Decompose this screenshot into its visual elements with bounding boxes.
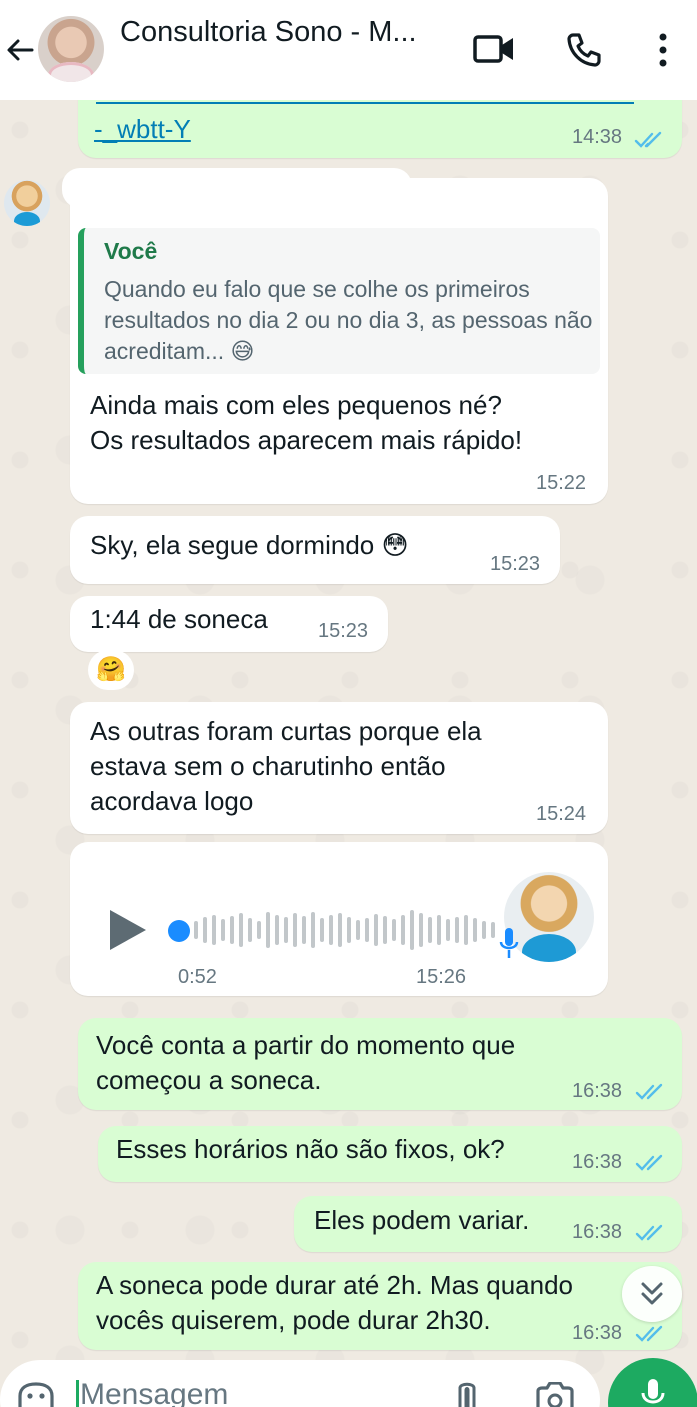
chat-header: Consultoria Sono - M... <box>0 0 697 100</box>
message-text: Sky, ela segue dormindo 😳 <box>90 530 409 560</box>
attach-icon[interactable] <box>452 1380 482 1407</box>
message-time: 14:38 <box>572 126 623 148</box>
video-call-icon[interactable] <box>472 32 516 66</box>
read-ticks-icon <box>634 131 662 148</box>
quoted-reply[interactable]: Você Quando eu falo que se colhe os prim… <box>78 228 600 374</box>
message-input[interactable]: Mensagem <box>80 1378 228 1407</box>
quote-author: Você <box>104 238 158 264</box>
scroll-to-bottom-button[interactable] <box>622 1266 682 1322</box>
message-text-line: Os resultados aparecem mais rápido! <box>90 425 523 455</box>
message-text-line: A soneca pode durar até 2h. Mas quando <box>96 1270 574 1300</box>
play-icon[interactable] <box>108 908 148 952</box>
message-time: 15:23 <box>318 620 369 642</box>
message-time: 15:22 <box>536 472 587 494</box>
message-text: Esses horários não são fixos, ok? <box>116 1134 505 1164</box>
sender-avatar[interactable] <box>4 180 50 226</box>
link-text[interactable]: -_wbtt-Y <box>94 112 191 147</box>
message-text-line: acordava logo <box>90 786 254 816</box>
message-time: 15:23 <box>490 553 541 575</box>
quote-text: Quando eu falo que se colhe os primeiros… <box>104 276 593 364</box>
message-text-line: estava sem o charutinho então <box>90 751 446 781</box>
message-text-line: As outras foram curtas porque ela <box>90 716 482 746</box>
read-ticks-icon <box>635 1154 663 1171</box>
contact-avatar[interactable] <box>38 16 104 82</box>
message-time: 16:38 <box>572 1080 623 1102</box>
more-vert-icon[interactable] <box>654 32 672 68</box>
mic-small-icon <box>499 928 519 958</box>
message-text-line: Você conta a partir do momento que <box>96 1030 516 1060</box>
message-bubble-outgoing[interactable]: -_wbtt-Y 14:38 <box>78 96 682 158</box>
contact-name[interactable]: Consultoria Sono - M... <box>120 16 450 49</box>
voice-progress-thumb[interactable] <box>168 920 190 942</box>
message-time: 16:38 <box>572 1322 623 1344</box>
blurred-sender-area <box>62 168 412 208</box>
emoji-sticker-icon[interactable] <box>16 1382 56 1407</box>
message-time: 15:24 <box>536 803 587 825</box>
message-text: 1:44 de soneca <box>90 604 268 634</box>
double-chevron-down-icon <box>641 1282 663 1305</box>
phone-icon[interactable] <box>564 30 604 70</box>
message-time: 16:38 <box>572 1151 623 1173</box>
voice-waveform[interactable] <box>194 908 495 952</box>
message-text-line: Ainda mais com eles pequenos né? <box>90 390 502 420</box>
message-text: Eles podem variar. <box>314 1205 530 1235</box>
read-ticks-icon <box>635 1224 663 1241</box>
message-time: 16:38 <box>572 1221 623 1243</box>
read-ticks-icon <box>635 1083 663 1100</box>
read-ticks-icon <box>635 1325 663 1342</box>
message-text-line: vocês quiserem, pode durar 2h30. <box>96 1305 491 1335</box>
message-time: 15:26 <box>416 966 467 988</box>
mic-icon <box>641 1379 665 1404</box>
voice-duration: 0:52 <box>178 966 217 988</box>
reaction-badge[interactable]: 🤗 <box>88 650 134 690</box>
camera-icon[interactable] <box>534 1382 576 1407</box>
message-text-line: começou a soneca. <box>96 1065 322 1095</box>
text-cursor <box>76 1380 79 1407</box>
back-arrow-icon[interactable] <box>4 34 36 66</box>
